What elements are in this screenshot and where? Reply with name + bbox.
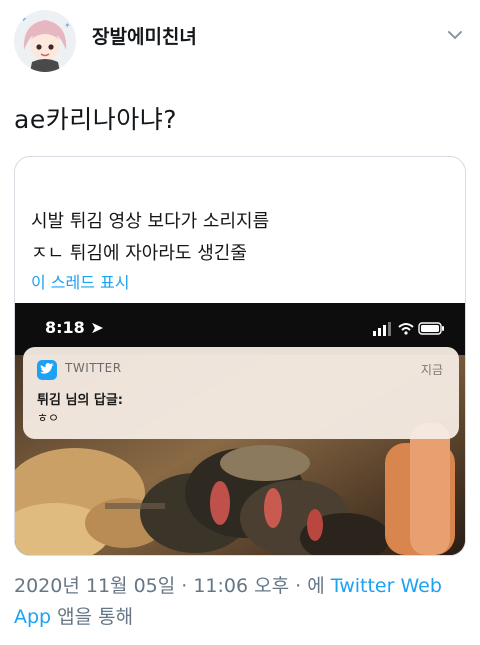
twitter-bird-icon [37,360,57,380]
chevron-down-icon[interactable] [444,24,466,46]
status-time-text: 8:18 [45,318,85,337]
notification-banner: TWITTER 지금 튀김 님의 답글: ㅎㅇ [23,347,459,439]
tweet-meta: 2020년 11월 05일 · 11:06 오후 · 에 Twitter Web… [14,571,464,633]
source-suffix: 앱을 통해 [51,606,134,628]
avatar-illustration: ✦ ✦ [14,10,76,72]
show-thread-link[interactable]: 이 스레드 표시 [31,269,130,293]
notification-time: 지금 [420,363,443,377]
display-name[interactable]: 장발에미친녀 [92,22,197,49]
notification-body: ㅎㅇ [37,411,60,425]
tweet-text: ae카리나아냐? [14,105,177,134]
quote-tweet-card[interactable]: 시발 튀김 영상 보다가 소리지름 ㅈㄴ 튀김에 자아라도 생긴줄 이 스레드 … [14,156,466,556]
battery-icon [418,322,444,335]
svg-text:✦: ✦ [20,15,28,25]
quote-text-line-1: 시발 튀김 영상 보다가 소리지름 [31,211,270,232]
notification-title: 튀김 님의 답글: [37,393,124,408]
status-time: 8:18 ➤ [45,318,104,337]
notification-app-name: TWITTER [65,361,122,375]
tweet-header: ✦ ✦ 장발에미친녀 [14,10,466,80]
avatar[interactable]: ✦ ✦ [14,10,76,72]
timestamp[interactable]: 2020년 11월 05일 · 11:06 오후 · 에 [14,575,331,597]
wifi-icon [398,323,414,335]
status-icons [373,322,444,336]
quote-text-line-2: ㅈㄴ 튀김에 자아라도 생긴줄 [31,243,247,264]
signal-icon [373,322,391,336]
quote-media-image[interactable]: 8:18 ➤ TWITTER 지금 튀김 님의 답글: ㅎㅇ [15,303,465,555]
location-arrow-icon: ➤ [90,318,104,337]
svg-text:✦: ✦ [64,21,71,30]
